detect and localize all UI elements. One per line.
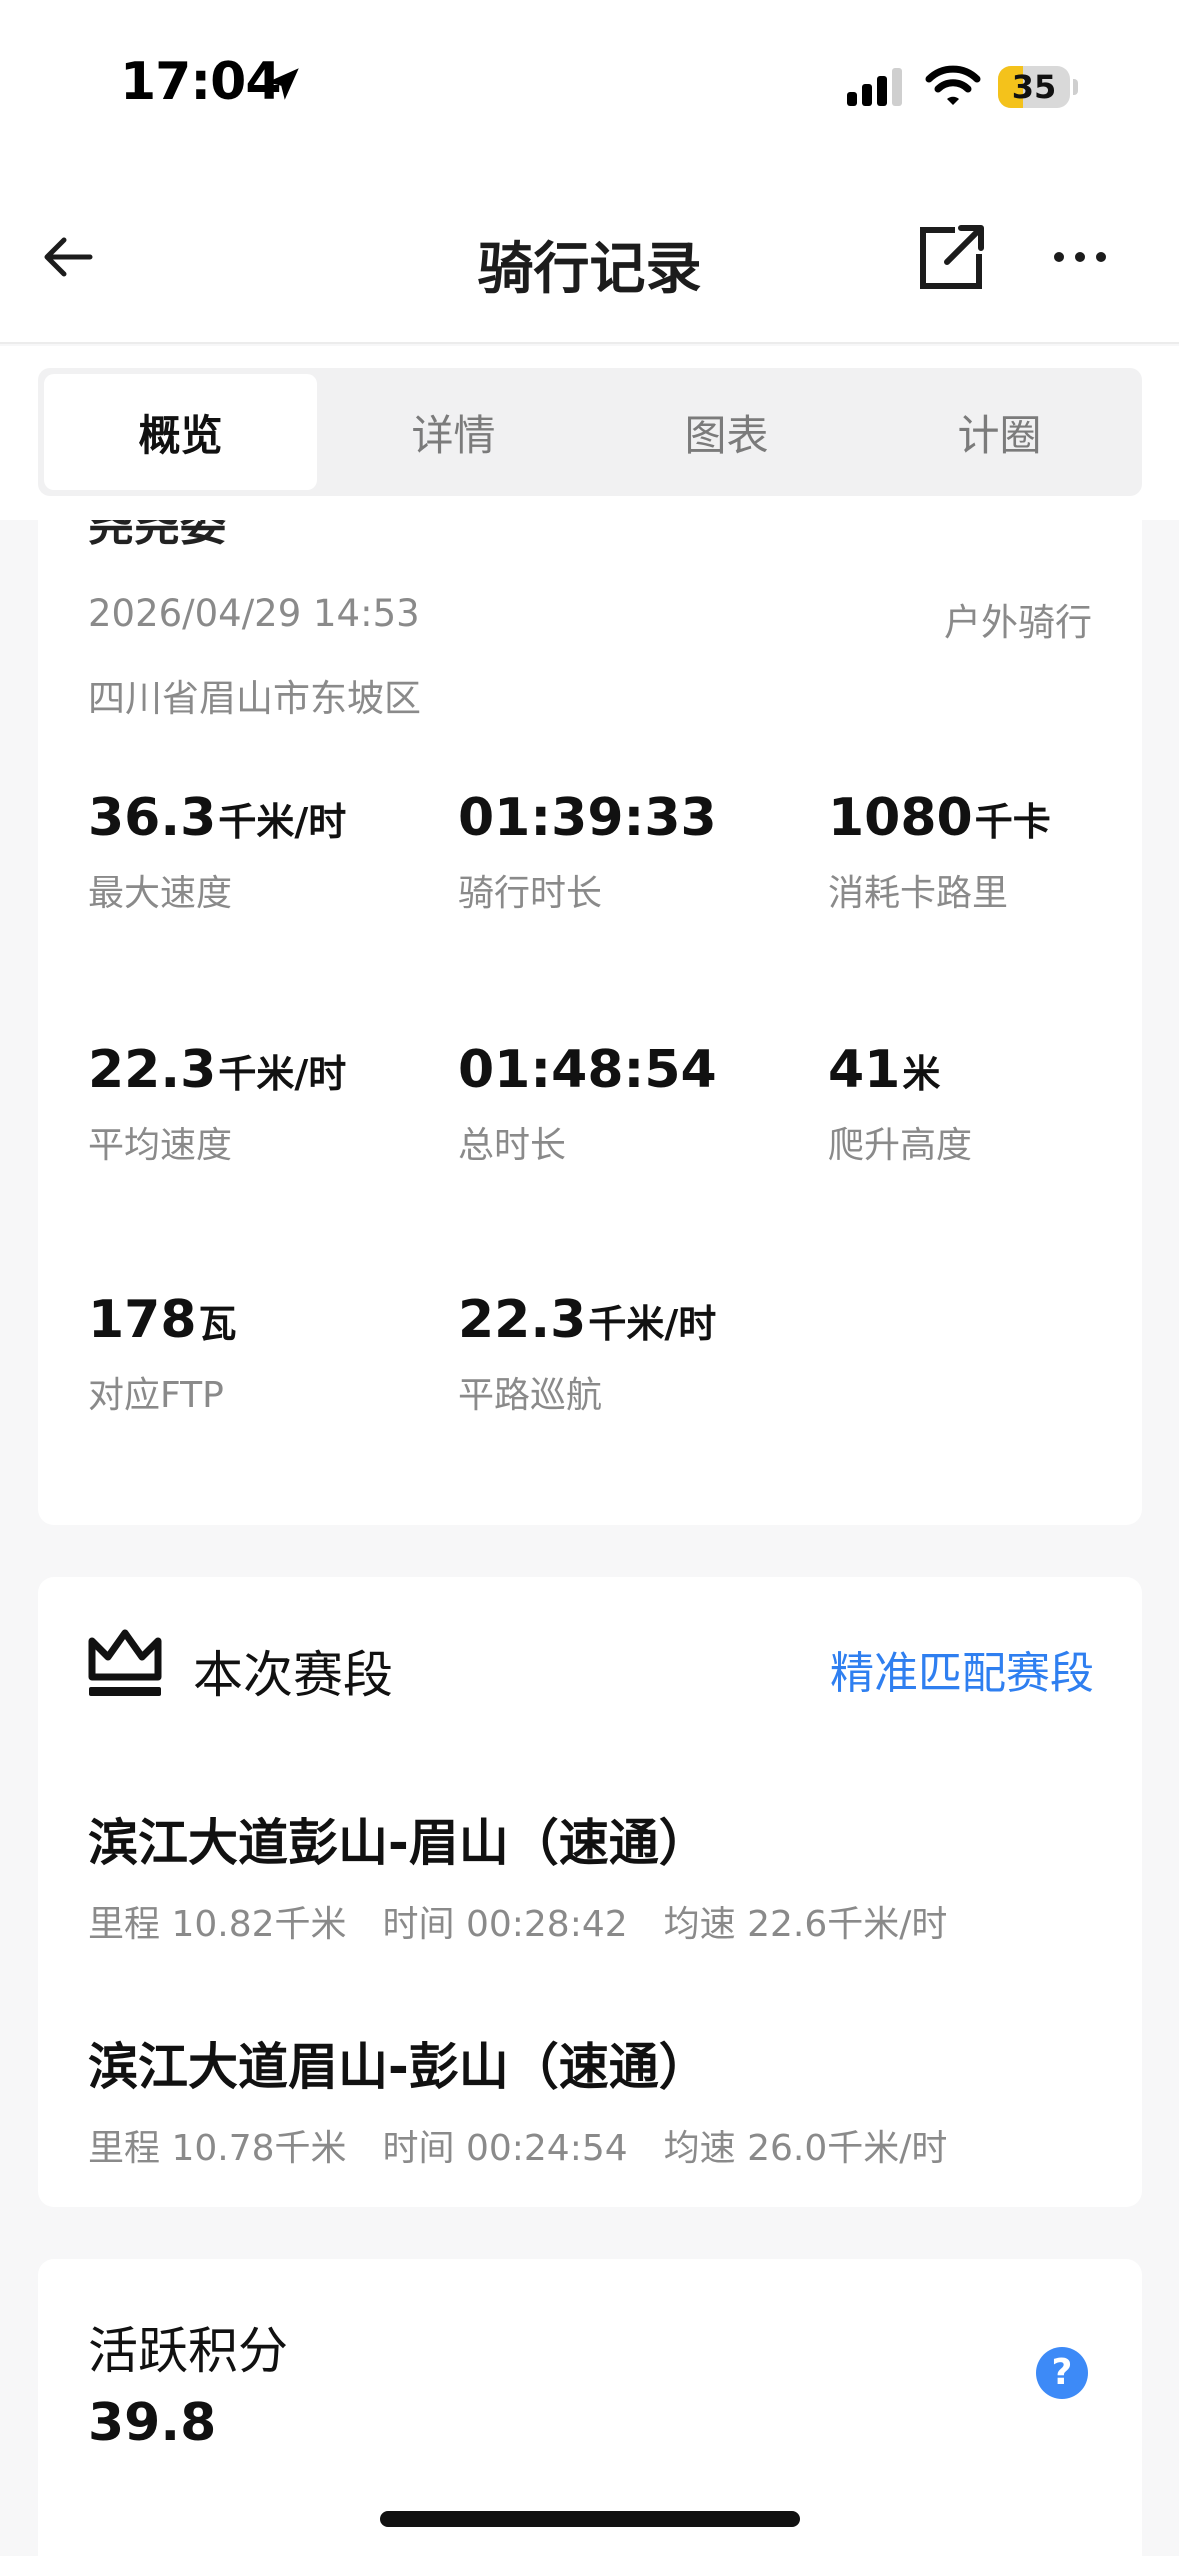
segment-time: 时间 00:24:54 [382,2128,628,2169]
ride-datetime: 2026/04/29 14:53 [88,592,420,635]
stat-total-duration: 01:48:54 总时长 [458,1040,818,1168]
location-arrow-icon [267,68,299,100]
stat-label: 消耗卡路里 [828,873,1009,914]
segment-speed: 均速 22.6千米/时 [663,1904,948,1945]
stat-label: 对应FTP [88,1375,224,1416]
stat-value: 01:48:54 [458,1040,717,1100]
stat-label: 最大速度 [88,873,233,914]
cellular-signal-icon [847,68,902,106]
active-points-title: 活跃积分 [88,2322,288,2380]
stat-flat-cruise: 22.3千米/时 平路巡航 [458,1290,818,1418]
segment-name: 滨江大道眉山-彭山（速通） [88,2038,709,2096]
stat-label: 爬升高度 [828,1125,973,1166]
segment-item[interactable]: 滨江大道眉山-彭山（速通） 里程 10.78千米 时间 00:24:54 均速 26… [88,2027,1098,2171]
stat-unit: 瓦 [198,1302,237,1346]
match-segments-link[interactable]: 精准匹配赛段 [830,1637,1094,1701]
stat-value: 01:39:33 [458,788,717,848]
segment-name: 滨江大道彭山-眉山（速通） [88,1814,709,1872]
nav-bar: 骑行记录 [0,150,1179,344]
stat-unit: 千米/时 [218,1052,347,1096]
stat-unit: 千米/时 [588,1302,717,1346]
route-name: 尧尧委 [88,520,226,551]
status-time: 17:04 [120,52,282,112]
battery-level: 35 [1011,68,1057,106]
help-icon[interactable]: ? [1036,2347,1088,2399]
stat-label: 平路巡航 [458,1375,603,1416]
page-title: 骑行记录 [477,237,702,302]
segments-title: 本次赛段 [193,1646,393,1704]
wifi-icon [925,65,981,105]
stat-value: 41 [828,1040,901,1100]
stat-value: 36.3 [88,788,217,848]
battery-icon: 35 [998,66,1078,108]
stat-value: 22.3 [88,1040,217,1100]
segment-item[interactable]: 滨江大道彭山-眉山（速通） 里程 10.82千米 时间 00:28:42 均速 22… [88,1803,1098,1947]
stat-label: 平均速度 [88,1125,233,1166]
segment-meta: 里程 10.82千米 时间 00:28:42 均速 22.6千米/时 [88,1895,1098,1947]
stat-ftp: 178瓦 对应FTP [88,1290,448,1418]
stat-value: 178 [88,1290,197,1350]
tab-bar-area: 概览 详情 图表 计圈 [0,346,1179,520]
tab-overview[interactable]: 概览 [44,374,317,490]
tab-charts[interactable]: 图表 [590,374,863,490]
home-indicator [380,2511,800,2527]
ride-location: 四川省眉山市东坡区 [88,677,421,720]
share-export-icon[interactable] [915,222,987,294]
stat-avg-speed: 22.3千米/时 平均速度 [88,1040,448,1168]
segment-distance: 里程 10.78千米 [88,2128,347,2169]
segment-time: 时间 00:28:42 [382,1904,628,1945]
stat-label: 总时长 [458,1125,567,1166]
ride-record-screen: 17:04 35 骑行记录 概览 详情 图表 计圈 尧尧委 2026/04/29… [0,0,1179,2556]
ride-type: 户外骑行 [944,601,1092,644]
tab-bar: 概览 详情 图表 计圈 [38,368,1142,496]
crown-icon [88,1629,162,1696]
stat-value: 22.3 [458,1290,587,1350]
status-bar: 17:04 35 [0,0,1179,150]
active-points-value: 39.8 [88,2393,217,2453]
stat-calories: 1080千卡 消耗卡路里 [828,788,1142,916]
segment-distance: 里程 10.82千米 [88,1904,347,1945]
segment-meta: 里程 10.78千米 时间 00:24:54 均速 26.0千米/时 [88,2119,1098,2171]
stat-label: 骑行时长 [458,873,603,914]
ride-summary-card: 尧尧委 2026/04/29 14:53 户外骑行 四川省眉山市东坡区 36.3… [38,520,1142,1525]
segment-speed: 均速 26.0千米/时 [663,2128,948,2169]
stat-unit: 千卡 [974,800,1051,844]
stat-elevation-gain: 41米 爬升高度 [828,1040,1142,1168]
stat-unit: 千米/时 [218,800,347,844]
more-options-icon[interactable] [1050,242,1110,272]
stat-ride-duration: 01:39:33 骑行时长 [458,788,818,916]
tab-details[interactable]: 详情 [317,374,590,490]
tab-laps[interactable]: 计圈 [863,374,1136,490]
stat-value: 1080 [828,788,973,848]
stat-unit: 米 [902,1052,941,1096]
stat-max-speed: 36.3千米/时 最大速度 [88,788,448,916]
segments-card: 本次赛段 精准匹配赛段 滨江大道彭山-眉山（速通） 里程 10.82千米 时间 0… [38,1577,1142,2207]
